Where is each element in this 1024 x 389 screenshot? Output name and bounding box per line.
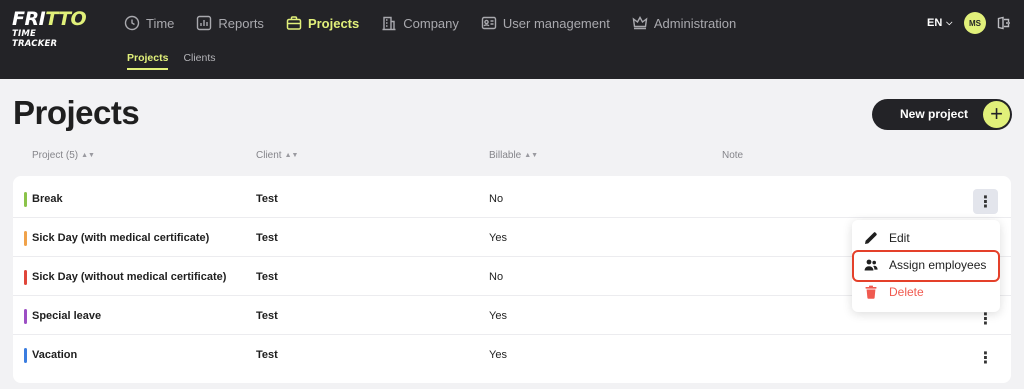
menu-item-delete[interactable]: Delete (852, 281, 1000, 303)
trash-icon (865, 285, 877, 299)
project-name[interactable]: Break (32, 179, 63, 218)
clock-icon (124, 15, 140, 31)
bar-chart-icon (197, 15, 212, 31)
row-action-menu: Edit Assign employees Delete (852, 220, 1000, 312)
project-client: Test (256, 231, 278, 244)
sort-icon: ▲▼ (524, 152, 539, 159)
sort-icon: ▲▼ (81, 152, 95, 159)
nav-item-label: Time (146, 15, 175, 31)
language-selector[interactable]: EN ⌵ (927, 17, 952, 29)
project-color-bar (24, 231, 27, 246)
project-color-bar (24, 270, 27, 285)
top-bar: FRITTO TIME TRACKER Time Reports Project… (0, 0, 1024, 79)
nav-item-label: Company (403, 15, 459, 31)
id-card-icon (481, 16, 497, 30)
sort-icon: ▲▼ (284, 152, 299, 159)
nav-item-label: User management (502, 15, 610, 31)
users-icon (864, 259, 878, 271)
pencil-icon (865, 232, 877, 244)
project-name[interactable]: Special leave (32, 296, 101, 335)
row-menu-button[interactable]: ⋮ (973, 345, 998, 370)
project-name[interactable]: Vacation (32, 335, 77, 374)
subnav-item-projects[interactable]: Projects (127, 52, 169, 70)
nav-item-label: Reports (218, 15, 264, 31)
project-color-bar (24, 309, 27, 324)
subnav-item-clients[interactable]: Clients (183, 52, 215, 70)
column-header-project[interactable]: Project (5) ▲▼ (32, 150, 95, 161)
row-menu-button[interactable]: ⋮ (973, 189, 998, 214)
project-billable: No (489, 270, 504, 283)
nav-item-label: Projects (307, 15, 360, 31)
column-header-client[interactable]: Client ▲▼ (256, 150, 298, 161)
sub-nav: Projects Clients (127, 52, 231, 70)
crown-icon (632, 16, 648, 30)
menu-item-assign-employees[interactable]: Assign employees (852, 254, 1000, 276)
nav-item-user-management[interactable]: User management (481, 15, 610, 31)
project-billable: No (489, 192, 504, 205)
briefcase-icon (286, 16, 302, 30)
column-header-note: Note (722, 150, 743, 161)
language-label: EN (927, 17, 943, 29)
nav-item-projects[interactable]: Projects (286, 15, 359, 31)
app-logo[interactable]: FRITTO TIME TRACKER (12, 8, 87, 50)
table-row[interactable]: Break Test No ⋮ (13, 179, 1011, 218)
menu-item-label: Delete (889, 285, 924, 299)
menu-item-edit[interactable]: Edit (852, 227, 1000, 249)
project-billable: Yes (489, 309, 507, 322)
page-title: Projects (13, 94, 140, 131)
nav-item-administration[interactable]: Administration (632, 15, 736, 31)
project-name[interactable]: Sick Day (without medical certificate) (32, 257, 226, 296)
building-icon (382, 16, 396, 31)
project-billable: Yes (489, 348, 507, 361)
project-client: Test (256, 309, 278, 322)
project-client: Test (256, 270, 278, 283)
nav-item-reports[interactable]: Reports (196, 15, 264, 31)
nav-item-label: Administration (653, 15, 737, 31)
table-row[interactable]: Vacation Test Yes ⋮ (13, 335, 1011, 374)
main-nav: Time Reports Projects Company User manag… (124, 12, 758, 34)
column-header-label: Project (5) (32, 150, 79, 161)
column-header-billable[interactable]: Billable ▲▼ (489, 150, 538, 161)
logo-text-part2: TTO (45, 8, 87, 30)
menu-item-label: Assign employees (889, 258, 987, 272)
logo-text-part1: FRI (12, 8, 46, 30)
project-color-bar (24, 192, 27, 207)
nav-item-company[interactable]: Company (381, 15, 459, 31)
column-header-label: Client (256, 150, 282, 161)
project-client: Test (256, 348, 278, 361)
column-header-label: Billable (489, 150, 522, 161)
new-project-label: New project (900, 107, 969, 121)
column-header-label: Note (722, 150, 744, 161)
plus-icon: + (983, 101, 1010, 128)
new-project-button[interactable]: New project + (872, 99, 1012, 130)
chevron-down-icon: ⌵ (946, 18, 953, 27)
project-billable: Yes (489, 231, 507, 244)
avatar[interactable]: MS (964, 12, 986, 34)
project-color-bar (24, 348, 27, 363)
logo-subtitle: TIME TRACKER (12, 29, 58, 49)
table-header: Project (5) ▲▼ Client ▲▼ Billable ▲▼ Note (0, 150, 1024, 164)
nav-item-time[interactable]: Time (124, 15, 174, 31)
logout-icon[interactable] (997, 16, 1011, 30)
menu-item-label: Edit (889, 231, 910, 245)
project-name[interactable]: Sick Day (with medical certificate) (32, 218, 209, 257)
project-client: Test (256, 192, 278, 205)
